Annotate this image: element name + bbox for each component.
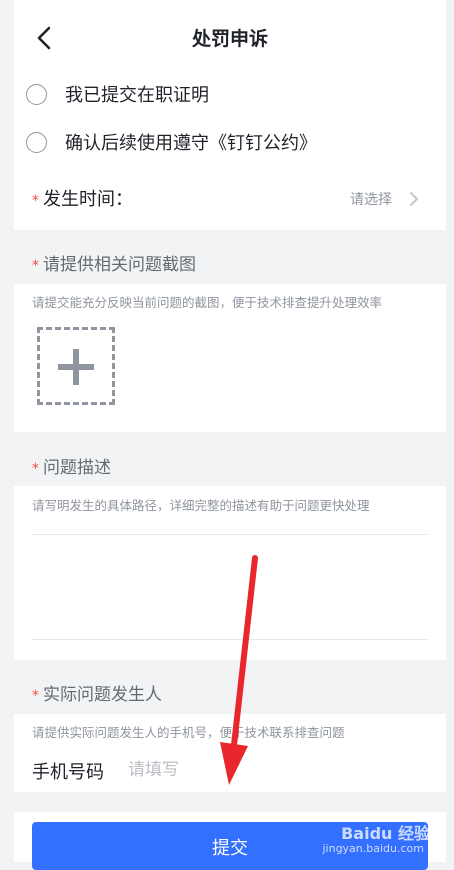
screenshot-title-text: 请提供相关问题截图: [43, 255, 196, 275]
time-value: 请选择: [350, 192, 392, 208]
header: 处罚申诉: [14, 0, 446, 74]
upload-image-button[interactable]: [37, 327, 115, 405]
description-hint: 请写明发生的具体路径，详细完整的描述有助于问题更快处理: [32, 498, 370, 513]
reporter-title: * 实际问题发生人: [32, 680, 162, 705]
phone-input[interactable]: [126, 754, 330, 786]
occurrence-time-picker[interactable]: * 发生时间： 请选择: [14, 176, 446, 222]
section-gap: [14, 792, 446, 812]
phone-label: 手机号码: [32, 762, 104, 783]
reporter-title-text: 实际问题发生人: [43, 685, 162, 705]
watermark-brand: Baidu 经验: [341, 824, 430, 843]
required-mark: *: [32, 688, 39, 704]
description-textarea[interactable]: [32, 536, 428, 638]
required-mark: *: [32, 461, 39, 477]
description-title: * 问题描述: [32, 453, 111, 478]
required-mark: *: [32, 258, 39, 274]
time-label: * 发生时间：: [32, 185, 133, 211]
plus-icon-vertical: [73, 349, 79, 385]
description-title-text: 问题描述: [43, 458, 111, 478]
divider: [32, 639, 428, 640]
required-mark: *: [32, 193, 39, 209]
checkbox-label: 我已提交在职证明: [65, 85, 209, 106]
checkbox-employment-proof[interactable]: 我已提交在职证明: [26, 74, 209, 114]
reporter-hint: 请提供实际问题发生人的手机号，便于技术联系排查问题: [32, 725, 345, 740]
screenshot-title: * 请提供相关问题截图: [32, 250, 196, 275]
chevron-right-icon: [410, 192, 418, 206]
screenshot-hint: 请提交能充分反映当前问题的截图，便于技术排查提升处理效率: [32, 295, 383, 310]
page-title: 处罚申诉: [191, 28, 268, 50]
radio-circle-icon[interactable]: [26, 83, 47, 105]
divider: [32, 534, 428, 535]
watermark-url: jingyan.baidu.com: [322, 842, 424, 855]
checkbox-convention-agree[interactable]: 确认后续使用遵守《钉钉公约》: [26, 122, 317, 162]
time-label-text: 发生时间：: [43, 189, 133, 210]
radio-circle-icon[interactable]: [26, 131, 47, 153]
form-page: 处罚申诉 我已提交在职证明 确认后续使用遵守《钉钉公约》 * 发生时间： 请选择 …: [14, 0, 446, 870]
checkbox-label: 确认后续使用遵守《钉钉公约》: [65, 133, 317, 154]
